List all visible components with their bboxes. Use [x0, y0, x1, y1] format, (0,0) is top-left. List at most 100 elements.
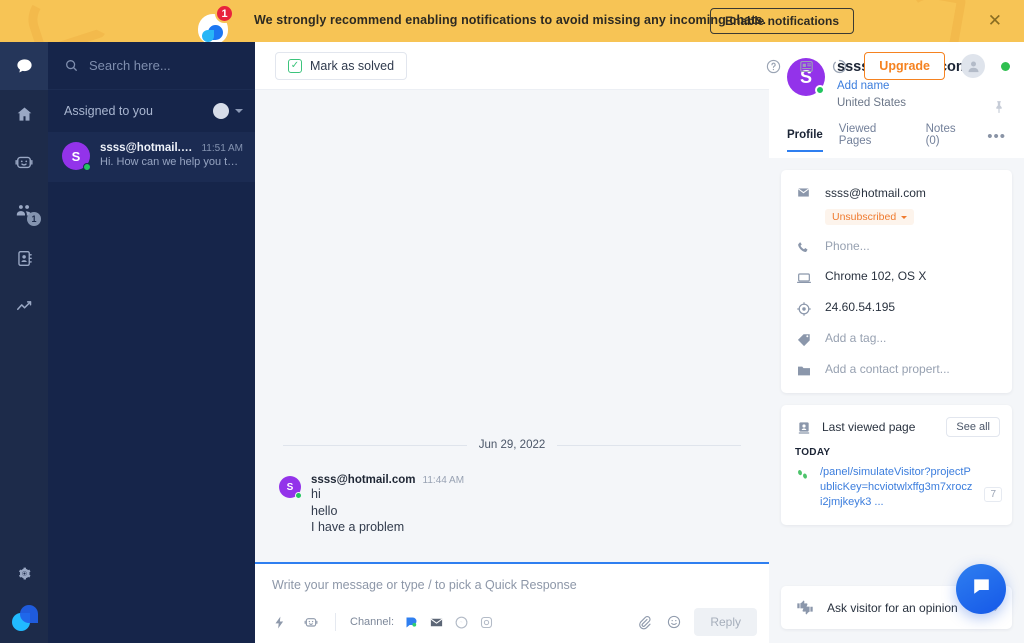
info-value: Add a contact propert...: [825, 362, 950, 376]
channel-label: Channel:: [350, 616, 395, 628]
chat-bubble-icon: [970, 575, 993, 603]
phone-icon: [795, 240, 812, 255]
robot-icon[interactable]: [303, 614, 319, 630]
status-badge[interactable]: [1001, 61, 1010, 71]
assigned-filter-row[interactable]: Assigned to you: [48, 90, 255, 132]
home-icon: [15, 105, 34, 124]
mark-as-solved-button[interactable]: ✓ Mark as solved: [275, 51, 408, 80]
chat-widget-fab[interactable]: [956, 564, 1006, 614]
tidio-chat-icon[interactable]: [404, 615, 419, 630]
tab-viewed-pages[interactable]: Viewed Pages: [839, 123, 910, 158]
contact-info-card: ssss@hotmail.com Unsubscribed Phone... C…: [781, 170, 1012, 393]
more-options-icon[interactable]: •••: [987, 128, 1006, 154]
close-icon[interactable]: ✕: [988, 12, 1002, 29]
info-value: Phone...: [825, 239, 870, 253]
search-input[interactable]: [79, 58, 265, 73]
lightning-icon[interactable]: [272, 615, 287, 630]
info-row-ip: 24.60.54.195: [795, 300, 998, 317]
viewed-page-url[interactable]: /panel/simulateVisitor?projectPublicKey=…: [820, 465, 974, 511]
banner-decoration-left: [20, 0, 108, 42]
check-square-icon: ✓: [288, 58, 302, 73]
unsubscribed-label: Unsubscribed: [832, 211, 897, 223]
last-viewed-title: Last viewed page: [822, 420, 916, 434]
message-author: ssss@hotmail.com: [311, 474, 416, 486]
tidio-logo[interactable]: [12, 605, 38, 631]
info-value: ssss@hotmail.com: [825, 186, 926, 200]
message-input[interactable]: [272, 578, 742, 592]
avatar[interactable]: [961, 54, 985, 78]
target-icon: [795, 301, 812, 317]
sidebar-item-home[interactable]: [0, 90, 48, 138]
viewed-page-count: 7: [984, 487, 1002, 502]
loading-circle-icon[interactable]: [831, 58, 848, 75]
envelope-icon[interactable]: [429, 615, 444, 630]
channel-icons: [404, 615, 494, 630]
tab-profile[interactable]: Profile: [787, 129, 823, 152]
visitor-profile-panel: S ssss@hotmail.com Add name United State…: [769, 42, 1024, 643]
thumbs-icon: [795, 599, 815, 616]
list-item-body: ssss@hotmail.com 11:51 AM Hi. How can we…: [100, 142, 243, 170]
assigned-avatar: [213, 103, 229, 119]
mark-as-solved-label: Mark as solved: [310, 58, 395, 73]
chevron-down-icon[interactable]: [235, 109, 243, 113]
message-time: 11:44 AM: [422, 475, 465, 486]
chevron-down-icon: [901, 215, 908, 219]
avatar: S: [62, 142, 91, 171]
messenger-icon[interactable]: [454, 615, 469, 630]
news-icon[interactable]: [798, 58, 815, 75]
assigned-filter-label: Assigned to you: [64, 104, 153, 118]
sidebar-item-chatbot[interactable]: [0, 138, 48, 186]
info-row-property[interactable]: Add a contact propert...: [795, 362, 998, 379]
help-circle-icon[interactable]: [765, 58, 782, 75]
contact-info-body: ssss@hotmail.com Unsubscribed Phone... C…: [781, 170, 1012, 393]
list-item-name: ssss@hotmail.com: [100, 142, 196, 154]
trending-up-icon: [15, 297, 34, 316]
info-value: Add a tag...: [825, 331, 887, 345]
list-item-time: 11:51 AM: [201, 143, 243, 154]
viewed-page-row: /panel/simulateVisitor?projectPublicKey=…: [781, 465, 1012, 525]
logo-shape-blue: [20, 605, 38, 623]
info-value: 24.60.54.195: [825, 300, 896, 314]
info-email-group: ssss@hotmail.com Unsubscribed: [825, 184, 998, 225]
folder-icon: [795, 363, 812, 379]
robot-icon: [14, 152, 34, 172]
online-status-dot: [83, 163, 91, 171]
sidebar-item-chats[interactable]: [0, 42, 48, 90]
upgrade-button[interactable]: Upgrade: [864, 52, 945, 80]
list-item-header: ssss@hotmail.com 11:51 AM: [100, 142, 243, 154]
list-item[interactable]: S ssss@hotmail.com 11:51 AM Hi. How can …: [48, 132, 255, 182]
rail-spacer: [0, 330, 48, 565]
chat-panel: ✓ Mark as solved Jun 29, 2022 S ssss@hot…: [255, 42, 769, 643]
chat-bubble-icon: [15, 57, 34, 76]
info-value: Chrome 102, OS X: [825, 269, 927, 283]
sidebar-item-analytics[interactable]: [0, 282, 48, 330]
team-badge: 1: [27, 212, 41, 226]
info-row-tag[interactable]: Add a tag...: [795, 331, 998, 348]
status-badge[interactable]: Unsubscribed: [825, 209, 915, 225]
reply-button[interactable]: Reply: [694, 608, 757, 636]
paperclip-icon[interactable]: [636, 614, 652, 630]
message-list[interactable]: Jun 29, 2022 S ssss@hotmail.com 11:44 AM…: [255, 90, 769, 602]
search-icon: [64, 58, 79, 73]
pin-icon[interactable]: [992, 99, 1006, 120]
tab-notes[interactable]: Notes (0): [926, 123, 972, 158]
notification-banner: 1 We strongly recommend enabling notific…: [0, 0, 1024, 42]
sidebar-item-team[interactable]: 1: [0, 186, 48, 234]
composer-toolbar: Channel: Reply: [255, 601, 769, 643]
address-book-icon: [15, 249, 34, 268]
message-text: hello: [311, 503, 338, 518]
gear-icon: [17, 566, 32, 581]
laptop-icon: [795, 270, 812, 286]
enable-notifications-button[interactable]: Enable notifications: [710, 8, 855, 34]
sidebar-item-contacts[interactable]: [0, 234, 48, 282]
see-all-button[interactable]: See all: [946, 417, 1000, 437]
envelope-icon: [795, 185, 812, 200]
last-viewed-page-card: Last viewed page See all TODAY /panel/si…: [781, 405, 1012, 525]
info-row-email: ssss@hotmail.com Unsubscribed: [795, 184, 998, 225]
instagram-icon[interactable]: [479, 615, 494, 630]
smiley-icon[interactable]: [666, 614, 682, 630]
conversation-list-panel: Assigned to you S ssss@hotmail.com 11:51…: [48, 42, 265, 643]
banner-message: We strongly recommend enabling notificat…: [254, 13, 767, 27]
info-row-phone[interactable]: Phone...: [795, 239, 998, 255]
sidebar-item-settings[interactable]: [0, 549, 48, 597]
